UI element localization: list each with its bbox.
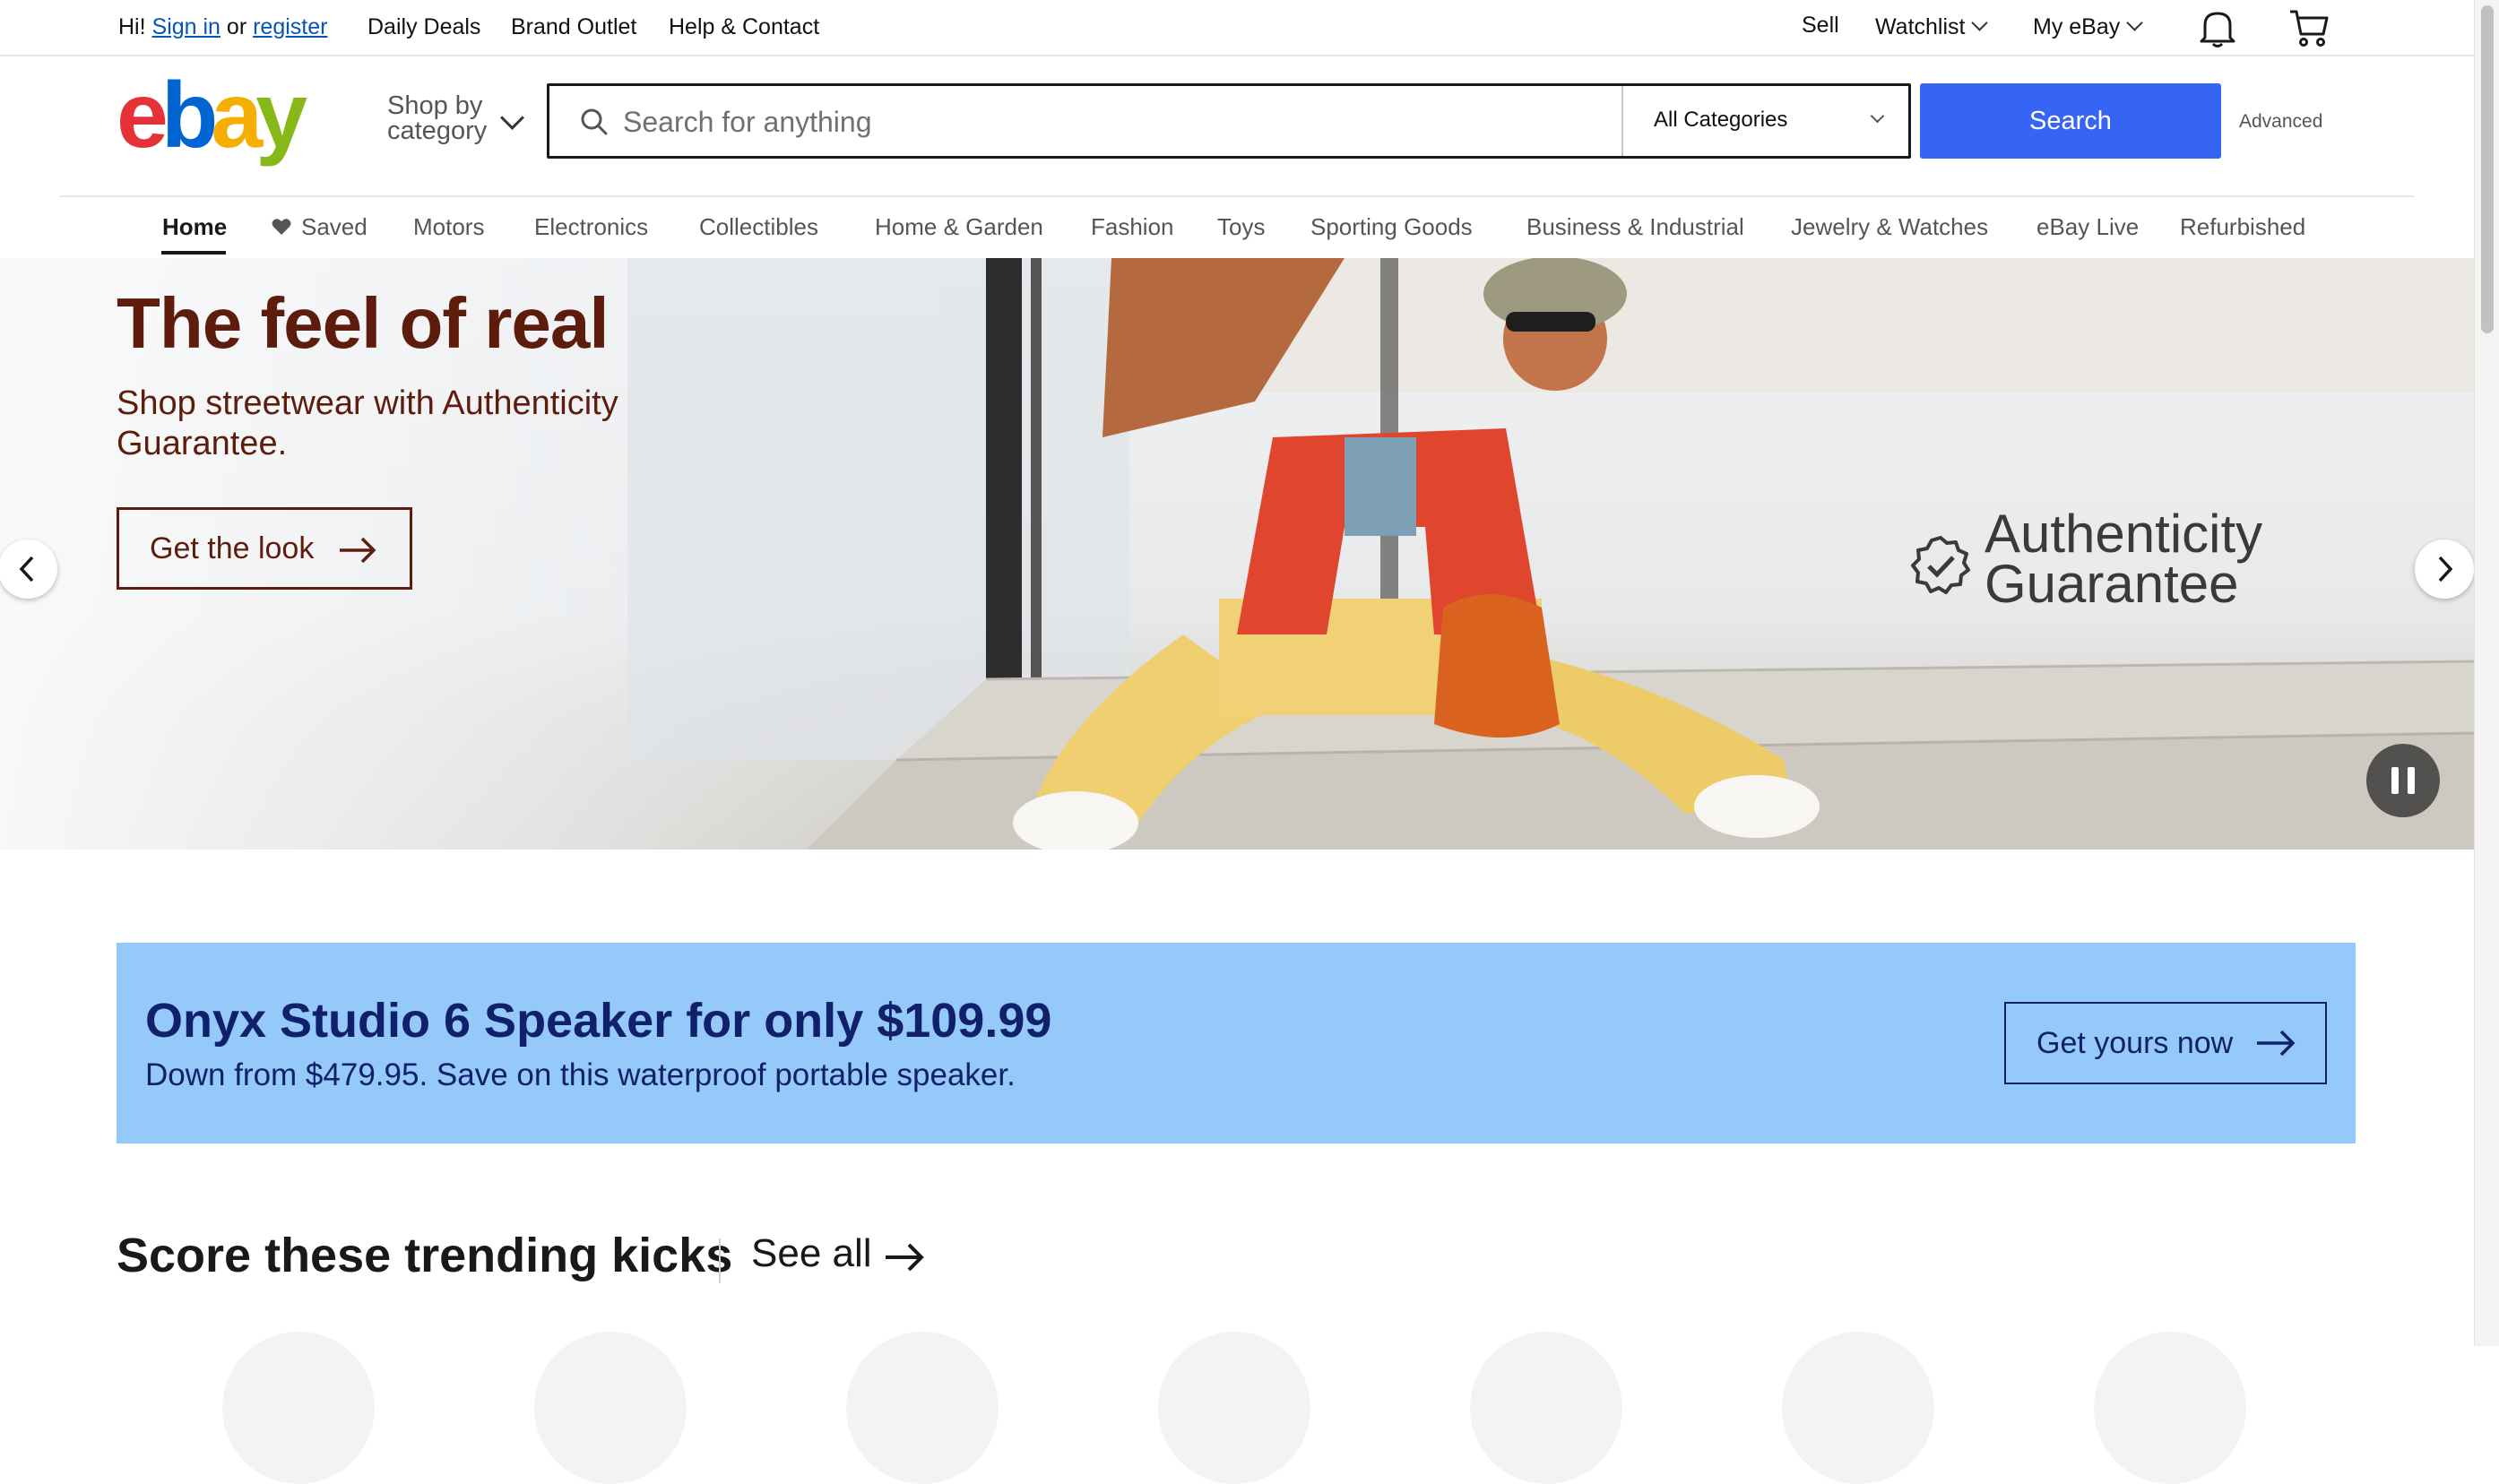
arrow-right-icon[interactable] bbox=[884, 1242, 925, 1273]
chevron-right-icon bbox=[2438, 556, 2453, 582]
help-contact-link[interactable]: Help & Contact bbox=[669, 14, 819, 40]
see-all-link[interactable]: See all bbox=[751, 1231, 872, 1276]
search-bar: All Categories bbox=[547, 83, 1911, 159]
nav-item-saved[interactable]: Saved bbox=[271, 213, 368, 241]
nav-item-sporting-goods[interactable]: Sporting Goods bbox=[1310, 213, 1473, 241]
nav-item-collectibles[interactable]: Collectibles bbox=[699, 213, 818, 241]
category-select[interactable]: All Categories bbox=[1654, 108, 1787, 133]
hero-title: The feel of real bbox=[117, 283, 610, 363]
sell-link[interactable]: Sell bbox=[1802, 13, 1839, 39]
nav-item-motors[interactable]: Motors bbox=[413, 213, 484, 241]
scrollbar-thumb[interactable] bbox=[2481, 5, 2494, 333]
shop-by-label: Shop by bbox=[387, 91, 483, 120]
get-the-look-button[interactable]: Get the look bbox=[117, 507, 412, 590]
chevron-down-icon bbox=[1870, 108, 1885, 124]
my-ebay-label: My eBay bbox=[2033, 14, 2121, 39]
badge-line-1: Authenticity bbox=[1984, 504, 2263, 564]
nav-item-fashion[interactable]: Fashion bbox=[1091, 213, 1174, 241]
nav-item-toys[interactable]: Toys bbox=[1217, 213, 1265, 241]
divider bbox=[1621, 86, 1623, 156]
carousel-pause-button[interactable] bbox=[2366, 744, 2440, 817]
trending-item[interactable] bbox=[2094, 1332, 2246, 1484]
active-tab-indicator bbox=[161, 251, 226, 255]
ebay-logo[interactable]: ebay bbox=[117, 77, 332, 167]
nav-item-jewelry-watches[interactable]: Jewelry & Watches bbox=[1791, 213, 1988, 241]
promo-title: Onyx Studio 6 Speaker for only $109.99 bbox=[145, 994, 1052, 1048]
promo-cta-label: Get yours now bbox=[2036, 1026, 2234, 1060]
chevron-down-icon bbox=[500, 106, 524, 130]
watchlist-label: Watchlist bbox=[1875, 14, 1966, 39]
category-label: category bbox=[387, 116, 488, 145]
heart-icon bbox=[272, 219, 291, 235]
section-title: Score these trending kicks bbox=[117, 1229, 733, 1282]
search-icon bbox=[581, 108, 608, 135]
authenticity-check-icon bbox=[1911, 536, 1970, 594]
cart-icon[interactable] bbox=[2287, 7, 2330, 48]
daily-deals-link[interactable]: Daily Deals bbox=[368, 14, 480, 40]
authenticity-guarantee-badge: Authenticity Guarantee bbox=[1984, 504, 2263, 614]
get-yours-now-button[interactable]: Get yours now bbox=[2004, 1002, 2327, 1084]
nav-divider bbox=[59, 195, 2415, 197]
pause-icon bbox=[2391, 767, 2415, 794]
nav-item-label: Saved bbox=[301, 213, 368, 240]
carousel-next-button[interactable] bbox=[2415, 539, 2474, 599]
or-text: or bbox=[226, 14, 247, 39]
arrow-right-icon bbox=[340, 537, 376, 564]
advanced-search-link[interactable]: Advanced bbox=[2239, 111, 2322, 133]
trending-item[interactable] bbox=[1470, 1332, 1622, 1484]
search-input[interactable] bbox=[621, 86, 1521, 158]
hero-subtitle: Shop streetwear with Authenticity Guaran… bbox=[117, 384, 618, 462]
search-button[interactable]: Search bbox=[1920, 83, 2221, 159]
chevron-left-icon bbox=[19, 556, 34, 582]
chevron-down-icon bbox=[2126, 14, 2143, 31]
top-utility-bar: Hi! Sign in or register Daily Deals Bran… bbox=[0, 0, 2474, 56]
divider bbox=[719, 1238, 721, 1283]
svg-text:ebay: ebay bbox=[117, 77, 307, 167]
hero-cta-label: Get the look bbox=[150, 531, 315, 565]
badge-line-2: Guarantee bbox=[1984, 554, 2239, 614]
nav-item-ebay-live[interactable]: eBay Live bbox=[2036, 213, 2139, 241]
trending-item[interactable] bbox=[534, 1332, 687, 1484]
chevron-down-icon bbox=[1971, 14, 1989, 31]
promo-subtitle: Down from $479.95. Save on this waterpro… bbox=[145, 1057, 1016, 1092]
register-link[interactable]: register bbox=[253, 14, 327, 39]
nav-item-home[interactable]: Home bbox=[162, 213, 227, 241]
watchlist-menu[interactable]: Watchlist bbox=[1875, 14, 1989, 40]
my-ebay-menu[interactable]: My eBay bbox=[2033, 14, 2143, 40]
sign-in-link[interactable]: Sign in bbox=[152, 14, 220, 39]
nav-item-electronics[interactable]: Electronics bbox=[534, 213, 648, 241]
greeting: Hi! Sign in or register bbox=[118, 14, 327, 40]
trending-item[interactable] bbox=[846, 1332, 999, 1484]
arrow-right-icon bbox=[2257, 1030, 2296, 1057]
bell-icon[interactable] bbox=[2198, 7, 2237, 48]
trending-item[interactable] bbox=[1782, 1332, 1934, 1484]
nav-item-home-garden[interactable]: Home & Garden bbox=[875, 213, 1043, 241]
trending-item[interactable] bbox=[222, 1332, 375, 1484]
carousel-previous-button[interactable] bbox=[0, 539, 57, 599]
brand-outlet-link[interactable]: Brand Outlet bbox=[511, 14, 636, 40]
trending-item[interactable] bbox=[1158, 1332, 1310, 1484]
shop-by-category-button[interactable]: Shop by category bbox=[387, 91, 488, 145]
nav-item-refurbished[interactable]: Refurbished bbox=[2180, 213, 2305, 241]
greeting-text: Hi! bbox=[118, 14, 146, 39]
nav-item-business-industrial[interactable]: Business & Industrial bbox=[1526, 213, 1744, 241]
